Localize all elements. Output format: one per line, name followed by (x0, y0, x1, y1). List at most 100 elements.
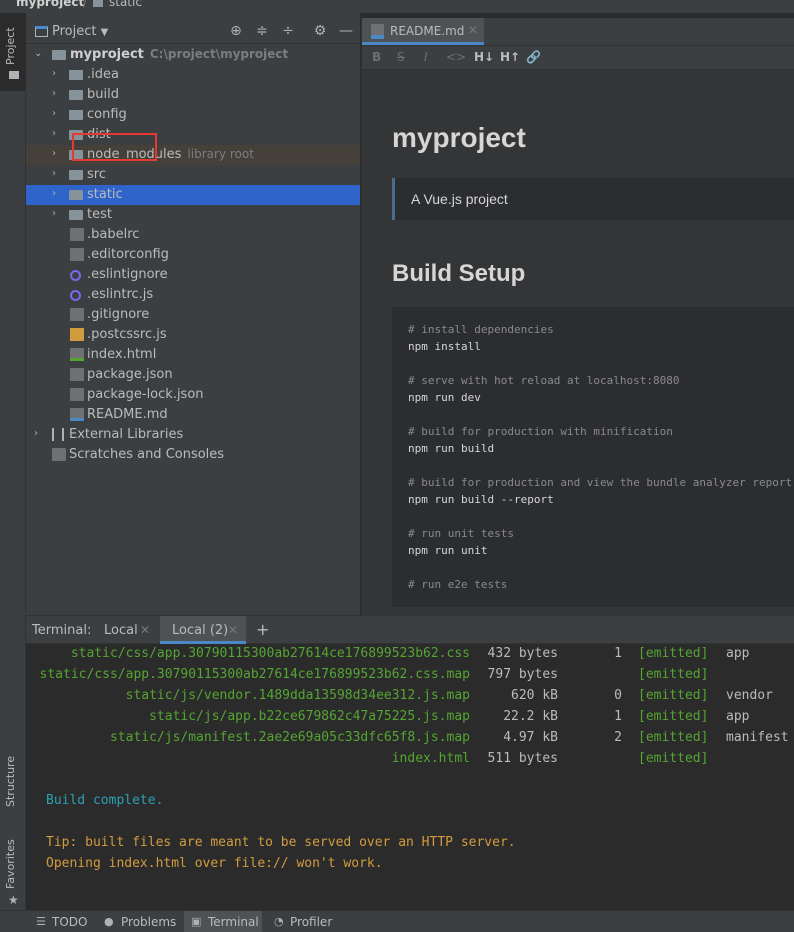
tree-item-name: package.json (87, 367, 173, 382)
asset-file: static/js/vendor.1489dda13598d34ee312.js… (125, 688, 470, 703)
tree-item-name: src (87, 167, 106, 182)
file-icon (70, 388, 84, 401)
project-tool-tab[interactable]: Project (0, 13, 26, 91)
tree-scratches[interactable]: Scratches and Consoles (26, 445, 360, 465)
asset-size: 22.2 kB (503, 709, 558, 724)
tree-item-label: README.md (87, 407, 168, 422)
chevron-right-icon[interactable]: › (52, 168, 56, 179)
tree-item[interactable]: package-lock.json (26, 385, 360, 405)
file-icon (70, 348, 84, 361)
code-button[interactable]: <> (446, 50, 466, 64)
chevron-right-icon[interactable]: › (52, 148, 56, 159)
italic-button[interactable]: I (424, 50, 428, 64)
code-block: # install dependencies npm install # serve… (392, 307, 794, 607)
tree-item[interactable]: › build (26, 85, 360, 105)
tree-item[interactable]: .eslintrc.js (26, 285, 360, 305)
tree-item-name: .postcssrc.js (87, 327, 167, 342)
tree-item[interactable]: .postcssrc.js (26, 325, 360, 345)
tree-item-label: .babelrc (87, 227, 139, 242)
tree-item[interactable]: .eslintignore (26, 265, 360, 285)
tree-item[interactable]: .gitignore (26, 305, 360, 325)
scratches-icon (52, 448, 66, 461)
tree-item[interactable]: index.html (26, 345, 360, 365)
chevron-right-icon[interactable]: › (52, 188, 56, 199)
chevron-right-icon[interactable]: › (52, 108, 56, 119)
tree-item[interactable]: .babelrc (26, 225, 360, 245)
tree-item[interactable]: package.json (26, 365, 360, 385)
asset-chunk: 1 (614, 646, 622, 661)
terminal-label: Terminal: (32, 623, 92, 638)
editor: README.md ✕ B S I <> H↓ H↑ 🔗 myproject A… (361, 13, 794, 615)
asset-name: vendor (726, 688, 773, 703)
tree-item-name: build (87, 87, 119, 102)
tab-local-2-label: Local (2) (172, 623, 229, 638)
folder-icon (69, 210, 83, 220)
scratches-label: Scratches and Consoles (69, 447, 225, 462)
link-icon[interactable]: 🔗 (526, 50, 541, 64)
expand-all-icon[interactable]: ≑ (254, 23, 270, 39)
todo-tool-button[interactable]: ☰ TODO (30, 911, 90, 932)
new-terminal-button[interactable]: + (256, 620, 269, 639)
terminal-tool-button[interactable]: ▣ Terminal (184, 911, 262, 932)
tree-root-name: myproject (70, 47, 144, 62)
tab-local-2[interactable]: Local (2) ✕ (160, 616, 246, 644)
tree-item-label: config (87, 107, 127, 122)
tree-item[interactable]: › src (26, 165, 360, 185)
tree-item-label: test (87, 207, 112, 222)
asset-name: app (726, 646, 750, 661)
breadcrumb-project[interactable]: myproject (16, 0, 84, 9)
close-icon[interactable]: ✕ (140, 623, 150, 637)
tab-local[interactable]: Local (104, 623, 138, 638)
close-icon[interactable]: ✕ (228, 623, 238, 637)
project-tool-tab-label: Project (4, 27, 17, 65)
chevron-right-icon[interactable]: › (52, 128, 56, 139)
strikethrough-button[interactable]: S (397, 50, 405, 64)
asset-file: static/css/app.30790115300ab27614ce17689… (39, 667, 470, 682)
tree-external-libraries[interactable]: › External Libraries (26, 425, 360, 445)
code-comment-line: # run e2e tests (408, 578, 508, 591)
tree-item-name: test (87, 207, 112, 222)
chevron-right-icon[interactable]: › (52, 88, 56, 99)
tree-item[interactable]: .editorconfig (26, 245, 360, 265)
profiler-tool-button[interactable]: ◔ Profiler (268, 911, 338, 932)
tree-item-name: index.html (87, 347, 157, 362)
gear-icon[interactable]: ⚙ (312, 23, 328, 39)
tree-item-label: .eslintignore (87, 267, 168, 282)
tree-root[interactable]: ⌄ myproject C:\project\myproject (26, 45, 360, 65)
asset-size: 620 kB (511, 688, 558, 703)
minimize-icon[interactable]: — (338, 23, 354, 39)
project-view-selector[interactable]: Project ▼ (52, 24, 108, 39)
star-icon: ★ (8, 893, 19, 907)
asset-status: [emitted] (638, 646, 709, 661)
chevron-down-icon[interactable]: ⌄ (34, 48, 42, 59)
tree-item[interactable]: › test (26, 205, 360, 225)
structure-tool-tab[interactable]: Structure (0, 741, 26, 811)
asset-status: [emitted] (638, 709, 709, 724)
editor-tabs: README.md ✕ (362, 18, 794, 46)
tree-item-label: src (87, 167, 106, 182)
asset-status: [emitted] (638, 751, 709, 766)
favorites-tool-tab[interactable]: Favorites ★ (0, 829, 26, 909)
tab-readme[interactable]: README.md ✕ (362, 18, 484, 45)
collapse-all-icon[interactable]: ÷ (280, 23, 296, 39)
bold-button[interactable]: B (372, 50, 381, 64)
header-increase-button[interactable]: H↑ (500, 50, 520, 64)
favorites-tool-tab-label: Favorites (4, 839, 17, 889)
locate-icon[interactable]: ⊕ (228, 23, 244, 39)
chevron-right-icon[interactable]: › (52, 68, 56, 79)
chevron-right-icon[interactable]: › (52, 208, 56, 219)
tree-item-label: build (87, 87, 119, 102)
tree-item[interactable]: › static (26, 185, 360, 205)
close-icon[interactable]: ✕ (468, 23, 478, 37)
header-decrease-button[interactable]: H↓ (474, 50, 494, 64)
breadcrumb-folder[interactable]: static (109, 0, 142, 9)
tree-item-name: .editorconfig (87, 247, 169, 262)
problems-tool-button[interactable]: ● Problems (100, 911, 178, 932)
tree-item[interactable]: › config (26, 105, 360, 125)
external-libraries-label: External Libraries (69, 427, 184, 442)
tree-item-label: static (87, 187, 123, 202)
terminal-tool-label: Terminal (208, 915, 259, 929)
tree-item[interactable]: README.md (26, 405, 360, 425)
tree-item[interactable]: › .idea (26, 65, 360, 85)
chevron-right-icon[interactable]: › (34, 428, 38, 439)
